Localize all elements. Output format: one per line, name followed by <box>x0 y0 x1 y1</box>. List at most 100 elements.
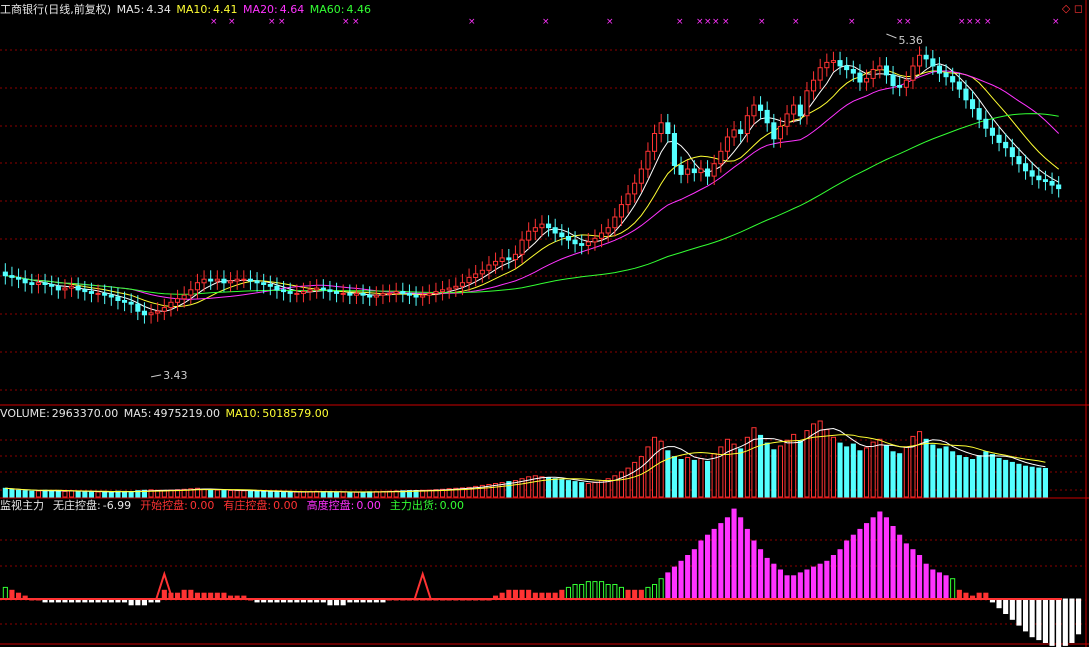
indicator-bar <box>671 566 678 600</box>
candle <box>347 292 353 296</box>
volume-bar <box>55 490 61 498</box>
volume-bar <box>963 457 969 498</box>
candle <box>22 278 28 284</box>
diamond-icon[interactable]: ◇ ◻ <box>1062 2 1083 15</box>
gdkp-label: 高度控盘: <box>306 499 355 512</box>
candle <box>128 301 134 305</box>
indicator-bar <box>930 569 936 600</box>
candle <box>9 275 15 278</box>
candle <box>791 104 797 115</box>
candle <box>996 134 1002 143</box>
candle <box>148 312 154 316</box>
indicator-bar <box>744 528 750 600</box>
kszp-value: 0.00 <box>189 499 215 512</box>
indicator-bar <box>625 589 631 600</box>
indicator-bar <box>1049 598 1055 646</box>
candle <box>691 168 697 174</box>
volume-bar <box>1009 461 1015 498</box>
volume-title: VOLUME: <box>0 407 50 420</box>
candle <box>970 99 976 110</box>
indicator-bar <box>519 589 525 600</box>
volume-bar <box>632 461 638 498</box>
volume-bar <box>214 489 220 498</box>
candle <box>115 296 121 301</box>
indicator-bar <box>1069 598 1075 643</box>
candle <box>413 294 419 298</box>
volume-bar <box>612 475 618 498</box>
indicator-bar <box>526 589 532 600</box>
indicator-bar <box>572 584 578 600</box>
low-price-label: 3.43 <box>163 369 188 382</box>
indicator-bar <box>784 575 790 600</box>
indicator-bar <box>665 572 671 600</box>
volume-bar <box>552 478 558 498</box>
signal-marker: × <box>606 17 614 27</box>
signal-marker: × <box>984 17 992 27</box>
indicator-bar <box>877 511 883 600</box>
chart-canvas[interactable]: 5.363.43× × × × × × × × × × × × × × × × × × × × × × × × <box>0 0 1089 647</box>
signal-marker: × <box>848 17 856 27</box>
indicator-bar <box>1056 598 1062 647</box>
volume-bar <box>88 491 95 498</box>
candle <box>1049 181 1055 186</box>
indicator-bar <box>1009 598 1015 620</box>
indicator-bar <box>890 526 896 600</box>
volume-bar <box>665 450 671 498</box>
volume-bar <box>122 490 128 498</box>
candle <box>983 118 989 129</box>
indicator-title: 监视主力 <box>0 499 44 512</box>
candle <box>897 85 903 88</box>
candle <box>585 241 591 246</box>
volume-bar <box>241 490 247 498</box>
volume-bar <box>685 457 691 498</box>
candle <box>705 168 711 177</box>
indicator-bar <box>817 563 823 600</box>
indicator-bar <box>830 555 837 600</box>
volume-bar <box>930 444 936 498</box>
candle <box>287 291 293 294</box>
volume-bar <box>936 448 943 498</box>
candle <box>75 285 81 291</box>
volume-bar <box>42 489 48 498</box>
indicator-bar <box>705 534 711 600</box>
vol-ma5-label: MA5: <box>123 407 152 420</box>
indicator-bar <box>950 578 956 600</box>
indicator-bar <box>864 523 870 600</box>
indicator-bar <box>612 584 618 600</box>
indicator-bar <box>1029 598 1035 638</box>
indicator-bar <box>1003 598 1009 614</box>
indicator-bar <box>956 589 962 600</box>
volume-legend: VOLUME: 2963370.00 MA5: 4975219.00 MA10: 50… <box>0 407 331 420</box>
candle <box>29 282 35 286</box>
candle <box>678 165 684 175</box>
volume-bar <box>1023 465 1029 498</box>
ma5-line <box>5 63 1059 313</box>
volume-bar <box>334 491 340 498</box>
volume-bar <box>678 459 684 498</box>
candle <box>380 292 386 296</box>
volume-bar <box>1036 467 1042 498</box>
signal-marker: × <box>352 17 360 27</box>
indicator-bar <box>837 549 843 600</box>
ma20-label: MA20: <box>243 3 278 16</box>
candle <box>2 271 8 277</box>
candle <box>82 289 88 293</box>
indicator-bar <box>811 566 817 600</box>
volume-bar <box>890 451 896 498</box>
candle <box>936 65 943 74</box>
candle <box>817 67 823 81</box>
zlch-value: 0.00 <box>439 499 465 512</box>
candle <box>923 54 929 60</box>
volume-bar <box>1003 459 1009 498</box>
candle <box>539 223 545 229</box>
candle <box>599 232 605 239</box>
indicator-bar <box>188 589 194 600</box>
candle <box>877 65 883 71</box>
candle <box>976 108 982 120</box>
volume-bar <box>108 491 114 498</box>
candle <box>42 282 48 286</box>
volume-bar <box>546 477 552 498</box>
indicator-bar <box>161 589 167 600</box>
signal-marker: × <box>792 17 800 27</box>
yzkp-label: 有庄控盘: <box>223 499 272 512</box>
